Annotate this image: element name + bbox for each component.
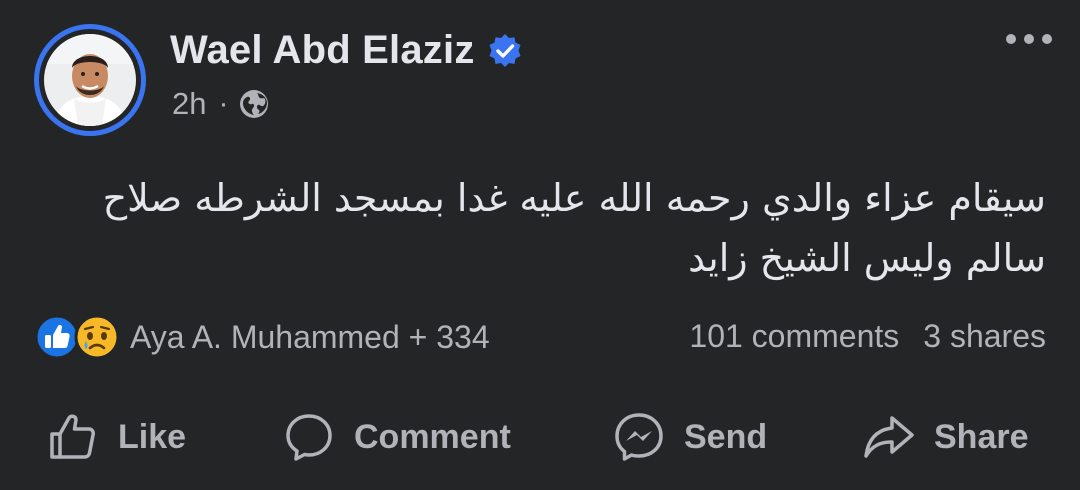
share-button[interactable]: Share bbox=[862, 410, 1029, 464]
reaction-icons bbox=[34, 314, 120, 360]
author-row: Wael Abd Elaziz bbox=[170, 28, 523, 73]
avatar-image bbox=[44, 34, 136, 126]
share-label: Share bbox=[934, 417, 1029, 456]
engagement-counts: 101 comments 3 shares bbox=[689, 318, 1046, 355]
send-button[interactable]: Send bbox=[612, 410, 767, 464]
dot-icon bbox=[1042, 34, 1052, 44]
story-ring[interactable] bbox=[34, 24, 146, 136]
thumbs-up-icon bbox=[50, 414, 95, 459]
like-label: Like bbox=[118, 417, 187, 456]
send-label: Send bbox=[684, 417, 768, 456]
share-arrow-icon bbox=[864, 416, 914, 458]
post-time[interactable]: 2h bbox=[172, 86, 206, 122]
verified-badge-icon bbox=[489, 33, 521, 67]
post-meta: 2h · bbox=[172, 86, 270, 122]
reactions-summary[interactable]: Aya A. Muhammed + 334 bbox=[34, 314, 490, 360]
messenger-icon bbox=[615, 413, 663, 461]
meta-separator: · bbox=[218, 87, 229, 120]
dot-icon bbox=[1006, 34, 1016, 44]
comment-label: Comment bbox=[354, 417, 511, 456]
action-bar: Like Comment Send Share bbox=[0, 410, 1080, 480]
dot-icon bbox=[1024, 34, 1034, 44]
sad-emoji-icon bbox=[74, 314, 120, 360]
like-button[interactable]: Like bbox=[46, 410, 186, 464]
comment-button[interactable]: Comment bbox=[282, 410, 511, 464]
post-card: Wael Abd Elaziz 2h · سيقام عزاء والدي رح… bbox=[0, 0, 1080, 490]
avatar[interactable] bbox=[44, 34, 136, 126]
author-name[interactable]: Wael Abd Elaziz bbox=[170, 28, 475, 73]
reaction-summary-text[interactable]: Aya A. Muhammed + 334 bbox=[130, 319, 490, 356]
shares-count[interactable]: 3 shares bbox=[923, 318, 1046, 355]
comment-bubble-icon bbox=[286, 414, 332, 461]
globe-icon bbox=[240, 90, 269, 118]
more-options-button[interactable] bbox=[1006, 34, 1052, 44]
comments-count[interactable]: 101 comments bbox=[689, 318, 899, 355]
post-text: سيقام عزاء والدي رحمه الله عليه غدا بمسج… bbox=[102, 176, 1046, 280]
